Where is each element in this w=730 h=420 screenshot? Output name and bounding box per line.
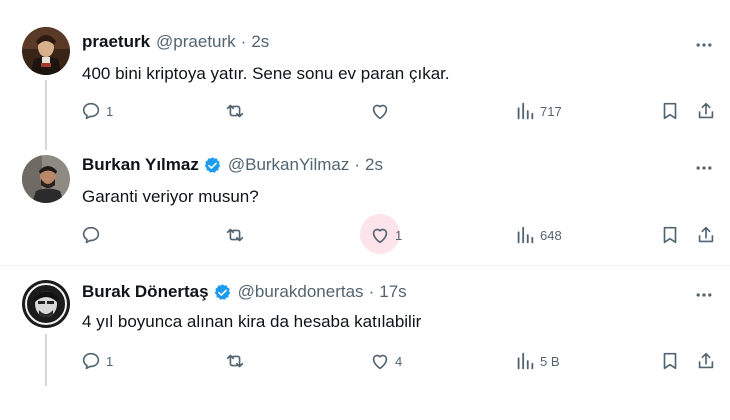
retweet-button[interactable] — [224, 218, 250, 252]
views-count: 5 B — [540, 353, 560, 369]
like-button[interactable]: 4 — [369, 344, 402, 378]
reply-button[interactable] — [80, 218, 106, 252]
views-icon — [517, 226, 534, 244]
tweet[interactable]: Burkan Yılmaz @BurkanYilmaz · 2s Garanti… — [0, 140, 730, 265]
verified-badge-icon — [204, 156, 221, 173]
like-count: 4 — [395, 353, 403, 369]
heart-icon — [372, 228, 388, 244]
retweet-icon — [226, 228, 244, 242]
views-icon — [517, 102, 534, 120]
author-name[interactable]: Burak Dönertaş — [82, 282, 209, 302]
reply-button[interactable]: 1 — [80, 344, 113, 378]
share-icon — [698, 102, 714, 119]
tweet-text: Garanti veriyor musun? — [82, 187, 259, 206]
share-button[interactable] — [695, 218, 717, 252]
more-icon[interactable] — [692, 33, 716, 57]
more-icon[interactable] — [692, 283, 716, 307]
views-button[interactable]: 5 B — [514, 344, 560, 378]
tweet-actions: 1 648 — [0, 214, 730, 254]
like-count: 1 — [395, 227, 403, 243]
share-icon — [698, 226, 714, 243]
tweet-actions: 1 717 — [0, 94, 730, 128]
share-icon — [698, 352, 714, 369]
bookmark-button[interactable] — [659, 94, 681, 128]
avatar[interactable] — [22, 27, 70, 75]
separator-dot: · — [354, 155, 361, 174]
views-button[interactable]: 648 — [514, 218, 562, 252]
reply-button[interactable]: 1 — [80, 94, 113, 128]
author-handle[interactable]: @BurkanYilmaz — [228, 155, 350, 175]
views-icon — [517, 352, 534, 370]
tweet-text: 400 bini kriptoya yatır. Sene sonu ev pa… — [82, 64, 450, 83]
retweet-icon — [226, 354, 244, 368]
more-icon[interactable] — [692, 156, 716, 180]
bookmark-icon — [663, 102, 677, 120]
share-button[interactable] — [695, 344, 717, 378]
share-button[interactable] — [695, 94, 717, 128]
like-button[interactable] — [369, 94, 395, 128]
tweet-header: praeturk @praeturk · 2s — [82, 31, 269, 53]
tweet-text: 4 yıl boyunca alınan kira da hesaba katı… — [82, 312, 422, 331]
separator-dot: · — [368, 282, 375, 301]
heart-icon — [372, 104, 388, 120]
timestamp[interactable]: 17s — [379, 282, 406, 302]
tweet-header: Burkan Yılmaz @BurkanYilmaz · 2s — [82, 154, 383, 176]
author-name[interactable]: praeturk — [82, 32, 150, 52]
avatar[interactable] — [22, 155, 70, 203]
retweet-icon — [226, 104, 244, 118]
views-button[interactable]: 717 — [514, 94, 562, 128]
verified-badge-icon — [214, 283, 230, 300]
timestamp[interactable]: 2s — [365, 155, 383, 175]
reply-icon — [82, 352, 100, 370]
reply-icon — [82, 226, 100, 244]
reply-count: 1 — [106, 103, 114, 119]
author-handle[interactable]: @praeturk — [156, 32, 236, 52]
retweet-button[interactable] — [224, 94, 250, 128]
author-handle[interactable]: @burakdonertas — [238, 282, 364, 302]
bookmark-icon — [663, 226, 677, 244]
timestamp[interactable]: 2s — [251, 32, 269, 52]
bookmark-icon — [663, 352, 677, 370]
bookmark-button[interactable] — [659, 218, 681, 252]
separator-dot: · — [240, 32, 247, 51]
tweet-header: Burak Dönertaş @burakdonertas · 17s — [82, 281, 407, 303]
tweet[interactable]: praeturk @praeturk · 2s 400 bini kriptoy… — [0, 0, 730, 140]
like-button[interactable]: 1 — [369, 218, 402, 252]
views-count: 648 — [540, 227, 562, 243]
tweet[interactable]: Burak Dönertaş @burakdonertas · 17s 4 yı… — [0, 266, 730, 396]
bookmark-button[interactable] — [659, 344, 681, 378]
tweet-actions: 1 4 5 B — [0, 344, 730, 378]
reply-icon — [82, 102, 100, 120]
retweet-button[interactable] — [224, 344, 250, 378]
views-count: 717 — [540, 103, 562, 119]
heart-icon — [372, 354, 388, 370]
reply-count: 1 — [106, 353, 114, 369]
avatar[interactable] — [22, 280, 70, 328]
author-name[interactable]: Burkan Yılmaz — [82, 155, 199, 175]
